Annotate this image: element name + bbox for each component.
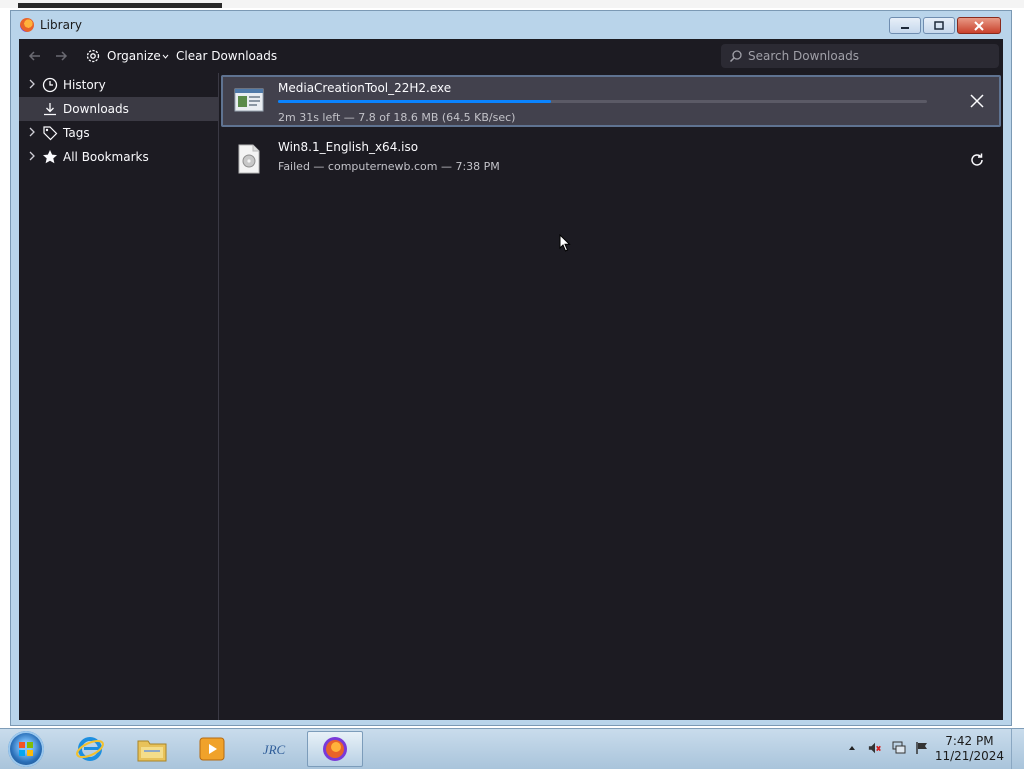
forward-button[interactable] (53, 39, 69, 73)
download-icon (42, 101, 58, 117)
windows-logo-icon (19, 742, 33, 756)
chevron-up-icon (849, 746, 855, 750)
toolbar: Organize Clear Downloads Search Download… (19, 39, 1003, 73)
start-button[interactable] (8, 731, 44, 767)
sidebar-item-tags[interactable]: Tags (19, 121, 218, 145)
gear-icon (86, 49, 100, 63)
media-player-icon (199, 737, 225, 761)
executable-file-icon (234, 88, 264, 112)
internet-explorer-icon (76, 737, 104, 761)
sidebar-item-all-bookmarks[interactable]: All Bookmarks (19, 145, 218, 169)
volume-muted-button[interactable] (868, 741, 882, 755)
star-icon (42, 149, 58, 165)
download-filename: MediaCreationTool_22H2.exe (278, 81, 452, 95)
sidebar-item-label: Downloads (63, 102, 129, 116)
mouse-cursor-icon (559, 234, 571, 252)
firefox-icon (20, 18, 34, 32)
taskbar-jrc-app[interactable]: JRC (246, 731, 302, 767)
taskbar-file-explorer[interactable] (124, 731, 180, 767)
expand-chevron-icon[interactable] (28, 151, 36, 164)
taskbar-firefox[interactable] (307, 731, 363, 767)
network-button[interactable] (892, 741, 906, 755)
speaker-muted-icon (868, 742, 881, 754)
sidebar-item-label: All Bookmarks (63, 150, 149, 164)
clock-icon (42, 77, 58, 93)
system-clock[interactable]: 7:42 PM 11/21/2024 (935, 734, 1004, 764)
sidebar-item-history[interactable]: History (19, 73, 218, 97)
download-item[interactable]: Win8.1_English_x64.iso Failed — computer… (221, 134, 1001, 186)
svg-text:JRC: JRC (263, 742, 286, 757)
close-icon (974, 20, 984, 31)
progress-fill (278, 100, 551, 103)
maximize-button[interactable] (923, 17, 955, 34)
taskbar-media-player[interactable] (184, 731, 240, 767)
taskbar-internet-explorer[interactable] (62, 731, 118, 767)
search-icon (729, 50, 742, 63)
organize-label: Organize (107, 49, 161, 63)
clock-date: 11/21/2024 (934, 749, 1004, 763)
arrow-left-icon (28, 51, 40, 61)
firefox-icon (323, 737, 347, 761)
cancel-icon (970, 94, 984, 108)
tag-icon (42, 125, 58, 141)
library-window: Library Organize Clear Downloads Search … (10, 10, 1012, 726)
download-status: 2m 31s left — 7.8 of 18.6 MB (64.5 KB/se… (278, 111, 516, 124)
sidebar-item-downloads[interactable]: Downloads (19, 97, 218, 121)
taskbar: JRC 7:42 PM 11/21/2024 (0, 728, 1024, 769)
flag-icon (916, 742, 927, 754)
file-explorer-icon (137, 740, 167, 762)
downloads-list: MediaCreationTool_22H2.exe 2m 31s left —… (219, 73, 1003, 720)
search-downloads-field[interactable]: Search Downloads (721, 44, 999, 68)
window-title: Library (40, 18, 82, 32)
clear-downloads-label: Clear Downloads (176, 49, 278, 63)
retry-icon (971, 153, 983, 166)
search-placeholder: Search Downloads (748, 49, 859, 63)
back-button[interactable] (27, 39, 43, 73)
download-status: Failed — computernewb.com — 7:38 PM (278, 160, 500, 173)
arrow-right-icon (56, 51, 68, 61)
retry-download-button[interactable] (967, 150, 987, 170)
close-button[interactable] (957, 17, 1001, 34)
sidebar-item-label: Tags (63, 126, 90, 140)
sidebar: History Downloads Tags All Bookmarks (19, 73, 219, 720)
expand-chevron-icon[interactable] (28, 79, 36, 92)
disc-image-file-icon (238, 144, 260, 174)
show-desktop-button[interactable] (1011, 729, 1024, 769)
clock-time: 7:42 PM (945, 734, 994, 748)
jrc-icon: JRC (263, 742, 286, 757)
download-filename: Win8.1_English_x64.iso (278, 140, 419, 154)
action-center-button[interactable] (915, 741, 929, 755)
cancel-download-button[interactable] (967, 91, 987, 111)
show-hidden-icons-button[interactable] (845, 741, 859, 755)
network-icon (892, 741, 906, 754)
chevron-down-icon (162, 54, 169, 59)
library-client: Organize Clear Downloads Search Download… (19, 39, 1003, 720)
expand-chevron-icon[interactable] (28, 127, 36, 140)
minimize-button[interactable] (889, 17, 921, 34)
maximize-icon (934, 21, 944, 30)
organize-button[interactable]: Organize (85, 39, 169, 73)
minimize-icon (901, 26, 909, 29)
download-item[interactable]: MediaCreationTool_22H2.exe 2m 31s left —… (221, 75, 1001, 127)
sidebar-item-label: History (63, 78, 106, 92)
title-bar[interactable]: Library (11, 11, 1011, 39)
desktop-background (0, 0, 1024, 8)
clear-downloads-button[interactable]: Clear Downloads (176, 39, 277, 73)
download-progress-bar (278, 100, 927, 103)
